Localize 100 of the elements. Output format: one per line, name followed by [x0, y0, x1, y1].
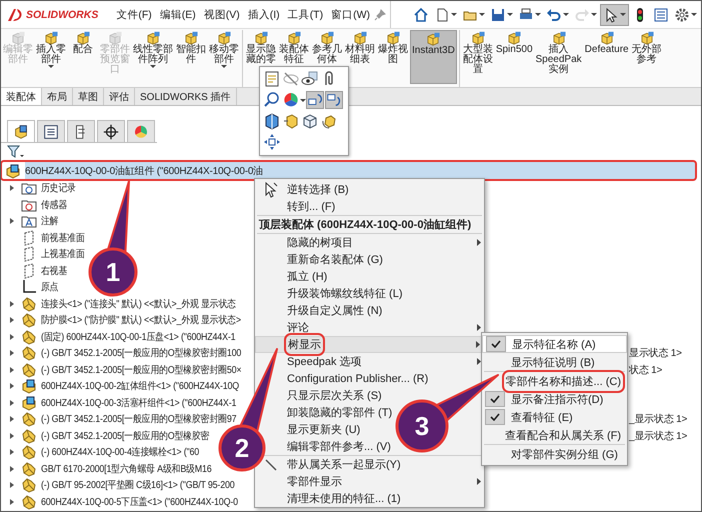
filter-icon[interactable] — [7, 145, 25, 159]
tab[interactable]: 装配体 — [1, 88, 42, 105]
cube-icon — [216, 31, 232, 45]
tab[interactable]: 评估 — [104, 88, 135, 105]
ribbon-button[interactable]: 插入 SpeedPak 实例 — [534, 30, 583, 84]
app-logo: SOLIDWORKS — [26, 8, 98, 20]
tab[interactable]: 草图 — [73, 88, 104, 105]
cube-icon — [550, 31, 567, 45]
menu-item[interactable]: 显示特征名称 (A) — [482, 335, 627, 353]
cube-button[interactable] — [301, 112, 319, 130]
menu-item[interactable]: 隐藏的树项目 — [255, 234, 484, 251]
eye-button[interactable] — [301, 70, 319, 88]
menu-item[interactable]: Configuration Publisher... (R) — [255, 370, 484, 387]
linked-boxes-button[interactable] — [325, 91, 343, 109]
arrows-button[interactable] — [263, 133, 281, 151]
expand-arrow-icon[interactable] — [9, 184, 15, 192]
ribbon-button[interactable]: 插入零 部件 — [35, 30, 67, 84]
assembly-icon — [21, 394, 37, 411]
tree-item[interactable]: 防护膜<1> ("防护膜" 默认) <<默认>_外观 显示状态> — [41, 313, 241, 328]
menu-item[interactable]: 清理未使用的特征... (1) — [255, 490, 484, 507]
cube-icon — [506, 31, 522, 45]
cube-icon — [638, 31, 655, 45]
dropdown-arrow-icon[interactable] — [300, 98, 306, 102]
document-icon — [263, 70, 281, 88]
tree-item[interactable]: 上视基准面 — [41, 247, 85, 262]
ribbon-button[interactable]: 配合 — [68, 30, 98, 84]
menu-item[interactable]: 查看配合和从属关系 (F) — [482, 426, 627, 444]
menu-item[interactable]: 文件(F) — [112, 8, 156, 22]
menu-item[interactable]: 逆转选择 (B) — [255, 181, 484, 198]
ribbon-button[interactable]: Spin500 — [494, 30, 534, 84]
menu-item[interactable]: 编辑(E) — [156, 8, 200, 22]
menu-item[interactable]: 转到... (F) — [255, 198, 484, 215]
tree-item[interactable]: 传感器 — [41, 198, 68, 212]
tree-item[interactable]: 原点 — [41, 280, 58, 294]
tree-item[interactable]: (-) GB/T 95-2002[平垫圈 C级16]<1> ("GB/T 95-200 — [41, 478, 235, 492]
logo-icon — [7, 8, 23, 22]
tree-item[interactable]: (-) GB/T 3452.1-2005[一般应用的O型橡胶密封圈100 — [41, 346, 242, 360]
assembly-icon — [5, 162, 21, 178]
magnifier-button[interactable] — [263, 91, 281, 109]
tree-item[interactable]: GB/T 6170-2000[1型六角螺母 A级和B级M16 — [41, 462, 212, 476]
linked-boxes-icon — [326, 91, 342, 109]
tree-item[interactable]: 历史记录 — [41, 181, 76, 196]
ribbon-button[interactable]: 智能扣 件 — [175, 30, 207, 84]
menu-item[interactable]: 零部件显示 — [255, 473, 484, 490]
menu-item[interactable]: 树显示 — [255, 336, 484, 353]
tree-item[interactable]: (-) GB/T 3452.1-2005[一般应用的O型橡胶密封圈50× — [41, 362, 242, 377]
tree-item[interactable]: 600HZ44X-10Q-00-5下压盖<1> ("600HZ44X-10Q-0 — [41, 494, 238, 509]
panel-tab[interactable] — [67, 120, 95, 142]
tree-item[interactable]: (-) GB/T 3452.1-2005[一般应用的O型橡胶密 — [41, 428, 210, 443]
linked-boxes-button[interactable] — [306, 91, 324, 109]
color-wheel-button[interactable] — [282, 91, 300, 109]
menu-item[interactable]: 工具(T) — [284, 8, 328, 22]
tree-item[interactable]: 右视基 — [41, 264, 68, 278]
tree-item[interactable]: 600HZ44X-10Q-00-0油缸组件 ("600HZ44X-10Q-00-0油 — [25, 161, 696, 180]
cube-icon — [107, 31, 123, 45]
menu-item[interactable]: 窗口(W) — [327, 8, 374, 22]
menu-item[interactable]: 显示特征说明 (B) — [482, 353, 627, 371]
menu-item[interactable]: 查看特征 (E) — [482, 408, 627, 426]
pointer-button[interactable] — [600, 4, 629, 26]
tree-item[interactable]: 600HZ44X-10Q-00-3活塞杆组件<1> ("600HZ44X-1 — [41, 396, 236, 410]
menu-item[interactable]: Speedpak 选项 — [255, 353, 484, 370]
component-icon — [21, 444, 37, 460]
tree-item[interactable]: (-) 600HZ44X-10Q-00-4连接螺栓<1> ("60 — [41, 445, 200, 460]
pin-icon[interactable] — [374, 8, 386, 20]
menu-item[interactable]: 零部件名称和描述... (C) — [482, 372, 627, 390]
menu-item[interactable]: 对零部件实例分组 (G) — [482, 445, 627, 463]
tab[interactable]: SOLIDWORKS 插件 — [135, 88, 237, 105]
ribbon-button[interactable]: 爆炸视 图 — [377, 30, 409, 84]
cube-section-icon — [263, 112, 281, 130]
menu-item[interactable]: 带从属关系一起显示(Y) — [255, 456, 484, 473]
panel-tab[interactable] — [97, 120, 125, 142]
home-icon — [413, 6, 429, 22]
menu-item[interactable]: 显示备注指示符(D) — [482, 390, 627, 408]
component-button[interactable] — [282, 112, 300, 130]
tree-item[interactable]: 600HZ44X-10Q-00-2缸体组件<1> ("600HZ44X-10Q — [41, 379, 240, 394]
panel-tab[interactable] — [7, 120, 35, 142]
menu-item[interactable]: 评论 — [255, 319, 484, 336]
tree-item[interactable]: 连接头<1> ("连接头" 默认) <<默认>_外观 显示状态 — [41, 296, 236, 311]
ribbon-button[interactable]: Instant3D — [410, 30, 457, 84]
menu-item[interactable]: 重新命名装配体 (G) — [255, 251, 484, 268]
ribbon-button[interactable]: 大型装 配体设 置 — [462, 30, 494, 84]
cube-section-button[interactable] — [263, 112, 281, 130]
ribbon-button[interactable]: 移动零 部件 — [208, 30, 240, 84]
document-button[interactable] — [263, 70, 281, 88]
tree-item[interactable]: (-) GB/T 3452.1-2005[一般应用的O型橡胶密封圈97 — [41, 412, 236, 426]
expand-arrow-icon[interactable] — [9, 217, 15, 226]
ribbon-button[interactable]: 线性零部 件阵列 — [132, 30, 174, 84]
color-wheel-icon — [282, 91, 300, 109]
menu-item[interactable]: 孤立 (H) — [255, 268, 484, 285]
menu-item[interactable]: 插入(I) — [244, 8, 284, 22]
ribbon-button[interactable]: Defeature — [584, 30, 630, 84]
panel-tab[interactable] — [37, 120, 65, 142]
tree-item[interactable]: (固定) 600HZ44X-10Q-00-1压盘<1> ("600HZ44X-1 — [41, 330, 236, 344]
tree-item[interactable]: 前视基准面 — [41, 230, 85, 245]
tree-item[interactable]: 注解 — [41, 214, 58, 228]
ribbon-button[interactable]: 无外部 参考 — [630, 30, 663, 84]
menu-item[interactable]: 升级装饰螺纹线特征 (L) — [255, 285, 484, 302]
menu-item[interactable]: 升级自定义属性 (N) — [255, 302, 484, 319]
menu-item[interactable]: 视图(V) — [200, 8, 244, 22]
tab[interactable]: 布局 — [42, 88, 73, 105]
